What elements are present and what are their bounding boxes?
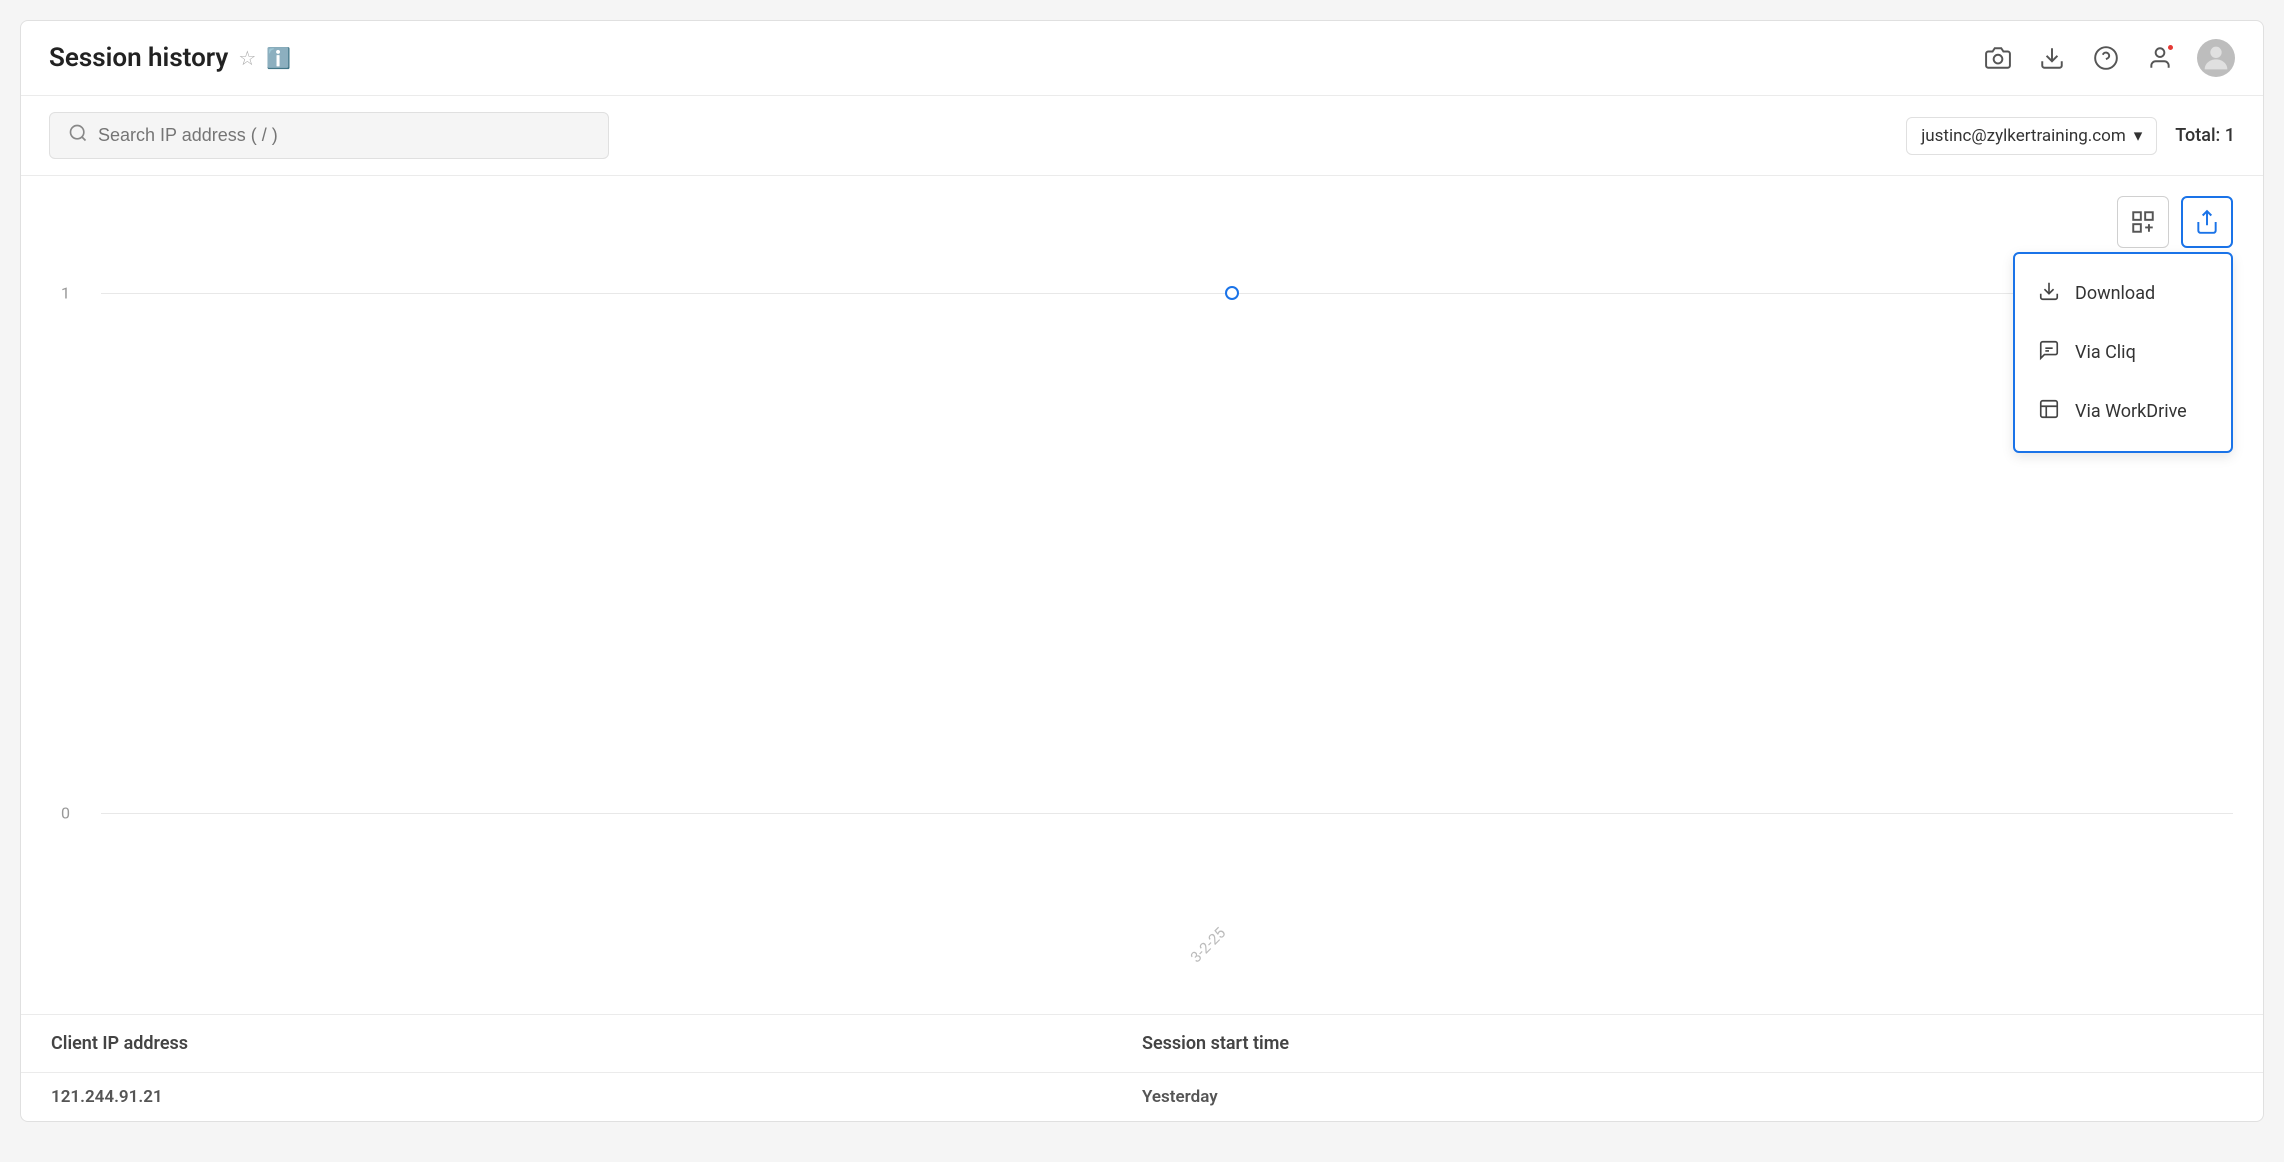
chart-y-label-1: 1 xyxy=(61,284,70,303)
notification-dot xyxy=(2166,43,2175,52)
table-col-ip-header: Client IP address xyxy=(51,1033,1142,1054)
toolbar: justinc@zylkertraining.com ▾ Total: 1 xyxy=(21,96,2263,176)
chart-gridline-1 xyxy=(101,293,2233,294)
via-cliq-label: Via Cliq xyxy=(2075,342,2136,363)
chart-y-label-0: 0 xyxy=(61,803,70,822)
table-row: 121.244.91.21 Yesterday xyxy=(21,1072,2263,1121)
total-label: Total: 1 xyxy=(2175,125,2235,146)
search-box[interactable] xyxy=(49,112,609,159)
top-bar: Session history ☆ ℹ️ xyxy=(21,21,2263,96)
chevron-down-icon: ▾ xyxy=(2134,126,2143,146)
table-header: Client IP address Session start time xyxy=(21,1014,2263,1072)
chart-data-point xyxy=(1225,286,1239,300)
table-cell-ip: 121.244.91.21 xyxy=(51,1087,1142,1107)
via-workdrive-menu-item[interactable]: Via WorkDrive xyxy=(2015,382,2231,441)
chart-x-label: 3-2-25 xyxy=(1187,924,1229,966)
widget-button[interactable] xyxy=(2117,196,2169,248)
download-menu-item[interactable]: Download xyxy=(2015,264,2231,323)
email-dropdown[interactable]: justinc@zylkertraining.com ▾ xyxy=(1906,117,2157,155)
toolbar-right: justinc@zylkertraining.com ▾ Total: 1 xyxy=(1906,117,2235,155)
download-menu-icon xyxy=(2037,280,2061,307)
download-label: Download xyxy=(2075,283,2155,304)
info-icon[interactable]: ℹ️ xyxy=(266,46,291,70)
chart-gridline-0 xyxy=(101,813,2233,814)
page-title: Session history xyxy=(49,43,228,73)
top-bar-left: Session history ☆ ℹ️ xyxy=(49,43,291,73)
notifications-icon[interactable] xyxy=(2143,41,2177,75)
search-input[interactable] xyxy=(98,125,590,146)
search-icon xyxy=(68,123,88,148)
via-workdrive-label: Via WorkDrive xyxy=(2075,401,2187,422)
top-bar-right xyxy=(1981,39,2235,77)
chart-area: 1 0 3-2-25 xyxy=(21,176,2263,1014)
help-icon[interactable] xyxy=(2089,41,2123,75)
table-col-session-header: Session start time xyxy=(1142,1033,2233,1054)
cliq-menu-icon xyxy=(2037,339,2061,366)
via-cliq-menu-item[interactable]: Via Cliq xyxy=(2015,323,2231,382)
star-icon[interactable]: ☆ xyxy=(238,46,256,70)
table-cell-session: Yesterday xyxy=(1142,1087,2233,1107)
export-button[interactable] xyxy=(2181,196,2233,248)
workdrive-menu-icon xyxy=(2037,398,2061,425)
screenshot-icon[interactable] xyxy=(1981,41,2015,75)
email-label: justinc@zylkertraining.com xyxy=(1921,126,2126,146)
export-dropdown-menu: Download Via Cliq xyxy=(2013,252,2233,453)
download-header-icon[interactable] xyxy=(2035,41,2069,75)
avatar[interactable] xyxy=(2197,39,2235,77)
